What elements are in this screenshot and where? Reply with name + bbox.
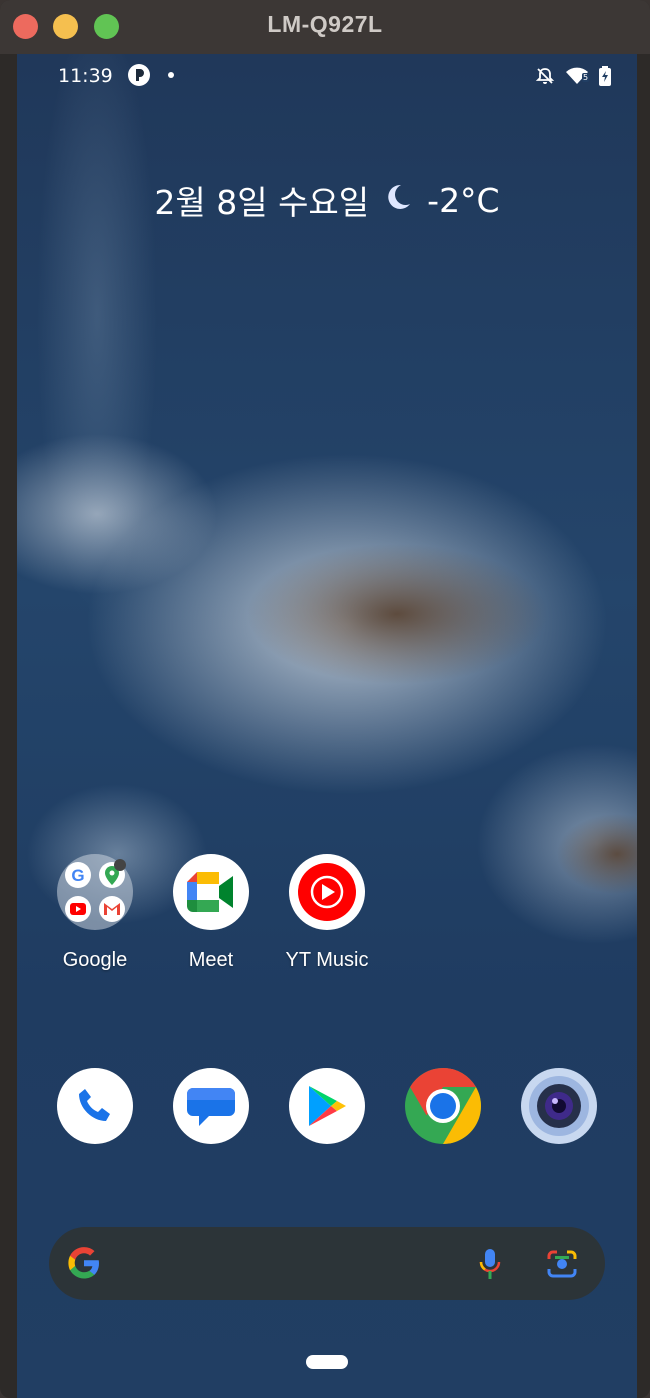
app-meet[interactable]: Meet [153,854,269,972]
phone-icon[interactable] [57,1068,133,1144]
app-label: Meet [188,949,234,971]
silent-bell-icon [535,66,555,90]
app-google-folder[interactable]: G Google [37,854,153,972]
dock-play-store[interactable] [269,1068,385,1144]
app-label: YT Music [285,949,369,971]
status-icons: 5 [535,66,611,90]
at-a-glance-widget[interactable]: 2월 8일 수요일 -2°C [17,176,637,224]
lens-icon[interactable] [546,1248,578,1284]
app-label: Google [62,949,128,971]
dock-chrome[interactable] [385,1068,501,1144]
dock-messages[interactable] [153,1068,269,1144]
wifi-badge: 5 [582,73,590,82]
app-yt-music[interactable]: YT Music [269,854,385,972]
home-screen: 11:39 5 2월 8일 수요일 -2°C G Google Meet YT … [17,54,637,1398]
google-g-icon[interactable] [66,1245,102,1285]
temperature-label[interactable]: -2°C [427,181,499,220]
status-clock: 11:39 [58,65,113,87]
crescent-moon-icon [383,181,413,220]
window-title: LM-Q927L [267,11,383,37]
svg-text:G: G [71,866,84,885]
google-folder-icon[interactable]: G [57,854,133,930]
gesture-nav-handle[interactable] [306,1355,348,1369]
meet-icon[interactable] [173,854,249,930]
wifi-icon: 5 [565,66,590,90]
mic-icon[interactable] [479,1247,501,1285]
date-label[interactable]: 2월 8일 수요일 [154,176,369,224]
device-window: LM-Q927L 11:39 5 2월 8일 수요일 -2°C G Google… [0,0,650,1398]
messages-icon[interactable] [173,1068,249,1144]
dock-phone[interactable] [37,1068,153,1144]
window-titlebar: LM-Q927L [0,0,650,54]
google-search-bar[interactable] [49,1227,605,1300]
status-bar: 11:39 5 [17,54,637,98]
camera-icon[interactable] [521,1068,597,1144]
battery-charging-icon [599,66,611,90]
notification-app-icon [128,64,150,86]
chrome-icon[interactable] [405,1068,481,1144]
play-store-icon[interactable] [289,1068,365,1144]
dot-icon [168,72,174,78]
yt-music-icon[interactable] [289,854,365,930]
dock-camera[interactable] [501,1068,617,1144]
